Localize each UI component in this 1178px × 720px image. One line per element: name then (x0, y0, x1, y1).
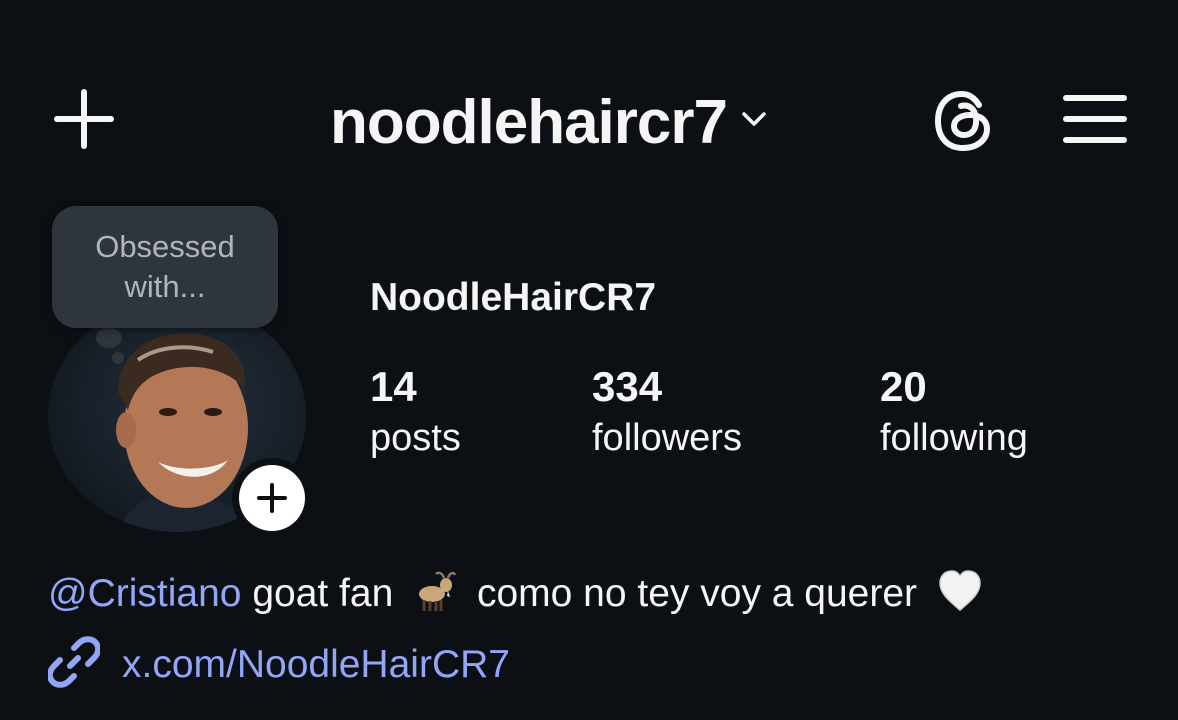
account-switcher[interactable]: noodlehaircr7 (330, 82, 767, 162)
profile-link[interactable]: x.com/NoodleHairCR7 (46, 636, 510, 693)
posts-count: 14 (370, 363, 417, 410)
white-heart-emoji-icon (936, 568, 984, 630)
menu-button[interactable] (1058, 88, 1132, 150)
add-story-icon (239, 465, 305, 531)
add-story-button[interactable] (232, 458, 312, 538)
profile-header: noodlehaircr7 (0, 0, 1178, 240)
goat-emoji-icon (412, 568, 458, 630)
threads-icon (935, 91, 990, 151)
note-bubble-tail-dot (112, 352, 124, 364)
link-url: x.com/NoodleHairCR7 (122, 642, 510, 686)
note-text: Obsessed with... (95, 229, 235, 304)
stat-posts[interactable]: 14 posts (370, 364, 461, 466)
threads-button[interactable] (928, 88, 998, 154)
note-bubble[interactable]: Obsessed with... (52, 206, 278, 328)
stat-following[interactable]: 20 following (880, 364, 1028, 466)
following-count: 20 (880, 363, 927, 410)
new-post-button[interactable] (48, 86, 120, 152)
posts-label: posts (370, 417, 461, 459)
followers-label: followers (592, 417, 742, 459)
plus-icon (54, 89, 114, 149)
hamburger-menu-icon (1063, 95, 1127, 143)
stat-followers[interactable]: 334 followers (592, 364, 742, 466)
link-icon (46, 636, 102, 693)
bio-mention-link[interactable]: @Cristiano (48, 572, 241, 615)
bio-text-part-1: goat fan (241, 572, 394, 615)
bio-text-part-2: como no tey voy a querer (476, 572, 918, 615)
chevron-down-icon (741, 111, 767, 127)
followers-count: 334 (592, 363, 663, 410)
following-label: following (880, 417, 1028, 459)
profile-bio: @Cristiano goat fan como no tey voy a qu… (48, 566, 992, 630)
display-name: NoodleHairCR7 (370, 276, 657, 319)
username-title: noodlehaircr7 (330, 87, 728, 157)
note-bubble-tail (96, 328, 122, 348)
